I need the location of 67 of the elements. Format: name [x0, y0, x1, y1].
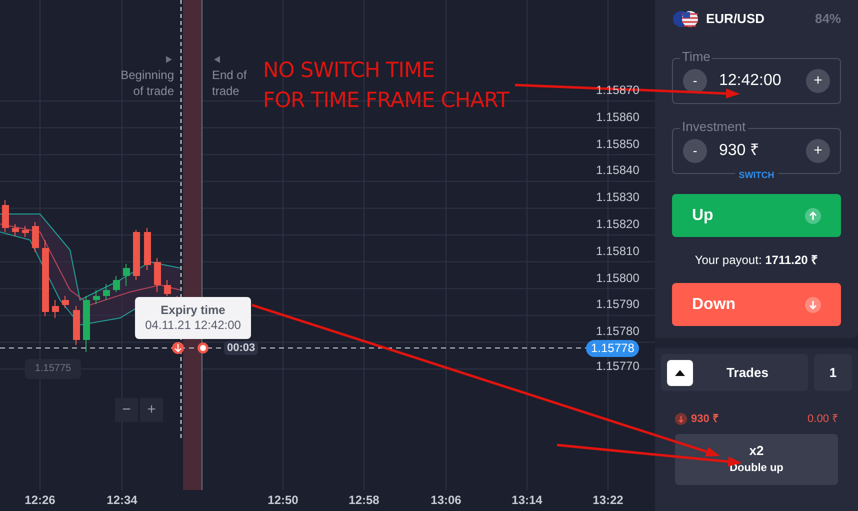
price-label: 1.15810 — [596, 244, 640, 258]
time-label: 13:22 — [592, 492, 624, 509]
field-value: 12:42:00 — [719, 71, 782, 91]
minus-button[interactable]: - — [683, 139, 707, 163]
candle — [123, 264, 130, 286]
tooltip-value: 04.11.21 12:42:00 — [145, 318, 241, 333]
plus-button[interactable]: + — [806, 69, 830, 93]
candle — [144, 228, 151, 270]
candle — [32, 222, 39, 252]
time-label: 13:14 — [510, 492, 544, 509]
candle — [93, 290, 100, 304]
expiry-marker-icon — [198, 342, 208, 354]
asset-name: EUR/USD — [706, 10, 766, 28]
asset-payout: 84% — [814, 10, 841, 28]
candle — [2, 200, 9, 232]
time-label: 12:34 — [106, 492, 138, 509]
candle — [103, 284, 110, 300]
trade-profit: 0.00 ₹ — [808, 412, 838, 427]
trades-header[interactable]: Trades — [661, 354, 808, 391]
price-label: 1.15780 — [596, 324, 640, 338]
price-label: 1.15850 — [596, 136, 640, 151]
annotation-text: FOR TIME FRAME CHART — [263, 87, 509, 114]
candle — [83, 296, 90, 352]
arrow-down-icon — [805, 296, 821, 312]
price-label: 1.15860 — [596, 110, 640, 124]
time-label: 12:26 — [24, 492, 56, 509]
zoom-button[interactable]: − — [115, 398, 138, 422]
candle — [164, 280, 171, 296]
candle — [73, 306, 80, 346]
caret-icon — [675, 370, 685, 376]
candle — [12, 224, 19, 236]
candle — [133, 230, 140, 280]
trade-end-label: End of trade — [212, 67, 248, 99]
candle — [52, 300, 59, 318]
candle — [113, 276, 120, 292]
currency-flags-icon — [672, 10, 700, 28]
price-label: 1.15820 — [596, 217, 640, 231]
plus-button[interactable]: + — [806, 139, 830, 163]
price-label: 1.15790 — [596, 297, 640, 312]
candle — [154, 258, 161, 292]
annotation-text: NO SWITCH TIME — [263, 57, 436, 84]
candle — [22, 226, 29, 238]
multiplier-text: x2 — [749, 442, 764, 460]
trade-marker-icon — [172, 342, 184, 354]
price-label: 1.15840 — [596, 163, 640, 178]
countdown-badge: 00:03 — [224, 341, 258, 355]
trade-start-label: Beginning of trade — [120, 67, 174, 99]
field-value: 930 ₹ — [719, 141, 760, 161]
open-price-badge: 1.15775 — [25, 359, 81, 379]
candle — [62, 296, 69, 308]
switch-link[interactable]: SWITCH — [734, 169, 778, 181]
time-label: 12:58 — [348, 492, 380, 509]
time-label: 13:06 — [430, 492, 462, 509]
current-price-badge: 1.15778 — [586, 340, 640, 357]
price-label: 1.15770 — [596, 359, 640, 373]
minus-button[interactable]: - — [683, 69, 707, 93]
time-label: 12:50 — [266, 492, 300, 509]
payout-text: Your payout: 1711.20 ₹ — [694, 252, 820, 269]
start-arrow-icon — [166, 56, 172, 63]
zoom-button[interactable]: + — [140, 398, 163, 422]
trade-amount: 930 ₹ — [691, 412, 720, 427]
trades-count: 1 — [814, 354, 852, 391]
tooltip-title: Expiry time — [160, 303, 226, 318]
arrow-up-icon — [805, 208, 821, 224]
price-label: 1.15800 — [596, 270, 640, 285]
price-label: 1.15830 — [596, 190, 640, 204]
end-arrow-icon — [214, 56, 220, 63]
